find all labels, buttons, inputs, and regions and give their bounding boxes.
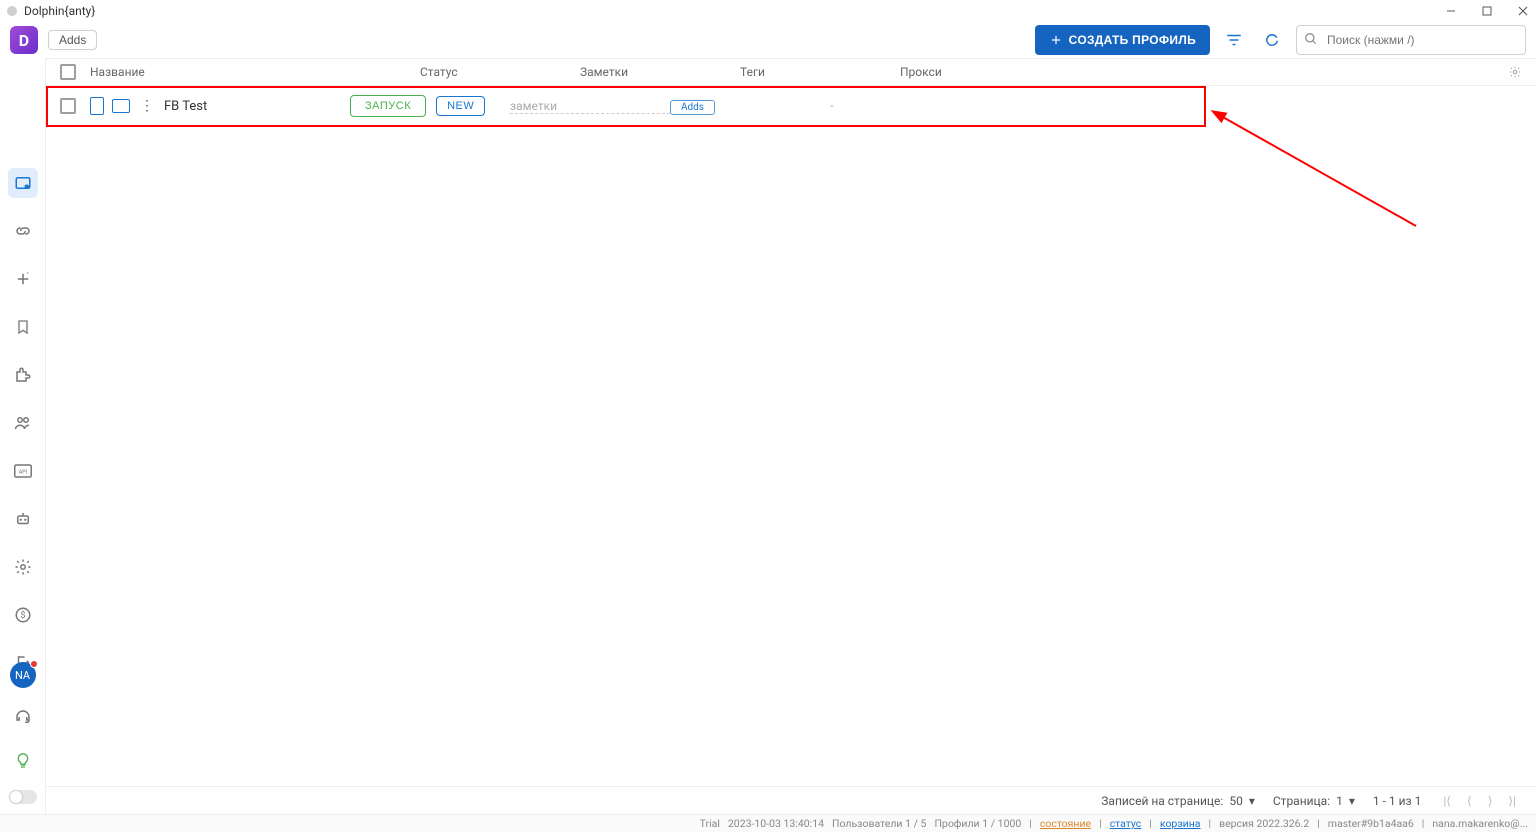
status-badge: NEW — [436, 96, 485, 116]
bookmark-icon — [15, 318, 31, 336]
lightbulb-icon — [15, 752, 31, 770]
svg-text:API: API — [18, 469, 26, 475]
create-profile-button[interactable]: СОЗДАТЬ ПРОФИЛЬ — [1035, 25, 1210, 55]
plus-sparkle-icon — [14, 270, 32, 288]
page-first-button[interactable]: |⟨ — [1439, 792, 1455, 810]
api-icon: API — [14, 464, 32, 478]
status-profiles: Профили 1 / 1000 — [934, 817, 1021, 830]
chevron-down-icon[interactable]: ▾ — [1249, 794, 1255, 808]
search-icon — [1304, 32, 1318, 46]
refresh-button[interactable] — [1258, 26, 1286, 54]
row-checkbox[interactable] — [60, 98, 76, 114]
per-page-label: Записей на странице: — [1101, 794, 1223, 808]
app-icon — [6, 5, 18, 17]
users-icon — [14, 414, 32, 432]
sidebar-item-extensions[interactable] — [8, 360, 38, 390]
column-header-tags[interactable]: Теги — [740, 65, 900, 79]
row-proxy: - — [830, 99, 1522, 114]
svg-text:$: $ — [20, 610, 25, 621]
row-more-menu[interactable]: ⋮ — [138, 98, 156, 114]
page-value[interactable]: 1 — [1336, 794, 1343, 808]
sidebar-item-tips[interactable] — [8, 746, 38, 776]
status-users: Пользователи 1 / 5 — [832, 817, 926, 830]
adds-button[interactable]: Adds — [48, 30, 97, 50]
status-datetime: 2023-10-03 13:40:14 — [728, 817, 824, 830]
window-title: Dolphin{anty} — [24, 4, 95, 18]
page-range: 1 - 1 из 1 — [1373, 794, 1421, 808]
search-container — [1296, 25, 1526, 55]
device-mobile-icon — [90, 97, 104, 115]
sidebar-item-api[interactable]: API — [8, 456, 38, 486]
sidebar-item-support[interactable] — [8, 702, 38, 732]
sidebar-item-bulk[interactable] — [8, 264, 38, 294]
app-logo[interactable]: D — [10, 26, 38, 54]
status-build: master#9b1a4aa6 — [1328, 817, 1414, 830]
row-name: FB Test — [164, 99, 207, 114]
column-header-proxy[interactable]: Прокси — [900, 65, 1508, 79]
sidebar-item-bookmarks[interactable] — [8, 312, 38, 342]
theme-toggle[interactable] — [9, 790, 37, 804]
status-trial: Trial — [700, 817, 720, 830]
page-next-button[interactable]: ⟩ — [1484, 792, 1497, 810]
pagination-bar: Записей на странице: 50 ▾ Страница: 1 ▾ … — [46, 786, 1536, 814]
robot-icon — [14, 510, 32, 528]
headset-icon — [14, 708, 32, 726]
link-icon — [14, 222, 32, 240]
notification-dot-icon — [30, 660, 38, 668]
page-prev-button[interactable]: ⟨ — [1463, 792, 1476, 810]
per-page-value[interactable]: 50 — [1229, 794, 1243, 808]
page-label: Страница: — [1273, 794, 1330, 808]
status-bar: Trial 2023-10-03 13:40:14 Пользователи 1… — [0, 814, 1536, 832]
filter-icon — [1225, 31, 1243, 49]
select-all-checkbox[interactable] — [60, 64, 76, 80]
sidebar: API $ NA — [0, 58, 46, 814]
sidebar-item-proxies[interactable] — [8, 216, 38, 246]
sidebar-item-billing[interactable]: $ — [8, 600, 38, 630]
device-desktop-icon — [112, 99, 130, 113]
status-email: nana.makarenko@... — [1432, 817, 1528, 830]
chevron-down-icon[interactable]: ▾ — [1349, 794, 1355, 808]
status-link-sostoyanie[interactable]: состояние — [1040, 817, 1091, 830]
filter-button[interactable] — [1220, 26, 1248, 54]
status-version: версия 2022.326.2 — [1219, 817, 1309, 830]
gear-icon — [14, 558, 32, 576]
window-close-icon[interactable] — [1516, 4, 1530, 18]
avatar-initials: NA — [15, 669, 30, 682]
sidebar-item-browsers[interactable] — [8, 168, 38, 198]
page-last-button[interactable]: ⟩| — [1504, 792, 1520, 810]
content-area: Название Статус Заметки Теги Прокси ⋮ FB… — [46, 58, 1536, 814]
column-header-notes[interactable]: Заметки — [580, 65, 740, 79]
app-topbar: D Adds СОЗДАТЬ ПРОФИЛЬ — [0, 22, 1536, 58]
create-profile-label: СОЗДАТЬ ПРОФИЛЬ — [1069, 33, 1196, 47]
sidebar-item-settings[interactable] — [8, 552, 38, 582]
column-header-name[interactable]: Название — [90, 65, 420, 79]
plus-icon — [1049, 33, 1063, 47]
row-tag-adds[interactable]: Adds — [670, 100, 715, 115]
window-minimize-icon[interactable] — [1444, 4, 1458, 18]
browser-icon — [14, 174, 32, 192]
window-maximize-icon[interactable] — [1480, 4, 1494, 18]
refresh-icon — [1263, 31, 1281, 49]
sidebar-item-users[interactable] — [8, 408, 38, 438]
window-titlebar: Dolphin{anty} — [0, 0, 1536, 22]
dollar-icon: $ — [14, 606, 32, 624]
launch-button[interactable]: ЗАПУСК — [350, 95, 426, 117]
table-settings-button[interactable] — [1508, 65, 1522, 79]
sidebar-item-automation[interactable] — [8, 504, 38, 534]
search-input[interactable] — [1296, 25, 1526, 55]
table-header: Название Статус Заметки Теги Прокси — [46, 58, 1536, 86]
status-link-status[interactable]: статус — [1110, 817, 1142, 830]
avatar[interactable]: NA — [10, 662, 36, 688]
table-row[interactable]: ⋮ FB Test ЗАПУСК NEW заметки Adds - — [46, 86, 1536, 126]
column-header-status[interactable]: Статус — [420, 65, 580, 79]
status-link-trash[interactable]: корзина — [1160, 817, 1201, 830]
gear-icon — [1508, 65, 1522, 79]
puzzle-icon — [14, 366, 32, 384]
row-notes-placeholder[interactable]: заметки — [510, 99, 670, 114]
